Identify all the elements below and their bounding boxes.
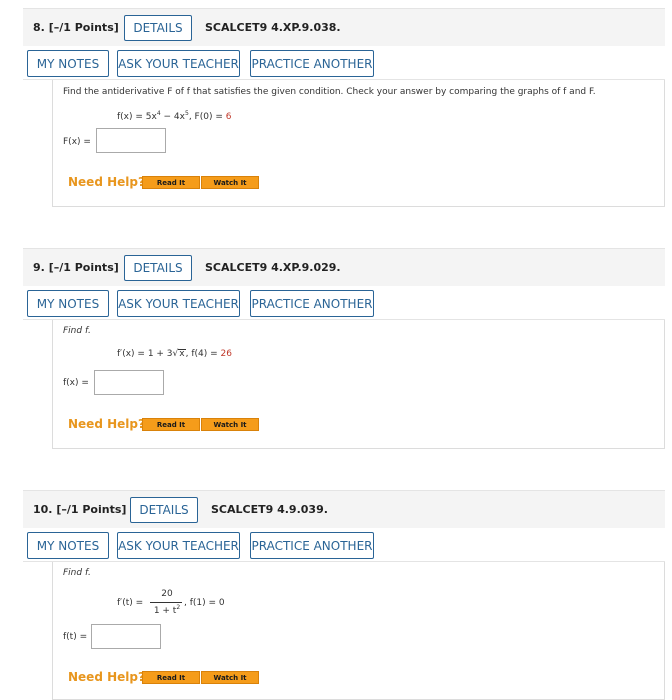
practice-another-button[interactable]: PRACTICE ANOTHER xyxy=(250,290,374,317)
question-9-points: 9. [–/1 Points] xyxy=(33,261,119,274)
need-help-label: Need Help? xyxy=(68,175,145,189)
fraction-denominator: 1 + t2 xyxy=(153,604,181,616)
question-9-header: 9. [–/1 Points] DETAILS SCALCET9 4.XP.9.… xyxy=(23,248,665,286)
details-button[interactable]: DETAILS xyxy=(130,497,198,523)
read-it-button[interactable]: Read It xyxy=(142,176,200,189)
question-8-header: 8. [–/1 Points] DETAILS SCALCET9 4.XP.9.… xyxy=(23,8,665,46)
ask-your-teacher-button[interactable]: ASK YOUR TEACHER xyxy=(117,532,240,559)
question-8-body: Find the antiderivative F of f that sati… xyxy=(52,80,665,207)
ask-your-teacher-button[interactable]: ASK YOUR TEACHER xyxy=(117,50,240,77)
question-8-equation: f(x) = 5x4 − 4x5, F(0) = 6 xyxy=(117,110,232,122)
question-10-code: SCALCET9 4.9.039. xyxy=(211,503,328,516)
my-notes-button[interactable]: MY NOTES xyxy=(27,290,109,317)
question-10-body: Find f. f′(t) = 20 1 + t2 , f(1) = 0 f(t… xyxy=(52,562,665,700)
read-it-button[interactable]: Read It xyxy=(142,671,200,684)
practice-another-button[interactable]: PRACTICE ANOTHER xyxy=(250,532,374,559)
my-notes-button[interactable]: MY NOTES xyxy=(27,50,109,77)
watch-it-button[interactable]: Watch It xyxy=(201,418,259,431)
answer-label: f(x) = xyxy=(63,378,89,388)
question-10-toolbar: MY NOTES ASK YOUR TEACHER PRACTICE ANOTH… xyxy=(23,528,665,562)
question-10-header: 10. [–/1 Points] DETAILS SCALCET9 4.9.03… xyxy=(23,490,665,528)
question-10-points: 10. [–/1 Points] xyxy=(33,503,127,516)
answer-input[interactable] xyxy=(91,624,161,649)
question-9-equation: f′(x) = 1 + 3√x, f(4) = 26 xyxy=(117,349,232,359)
question-9-body: Find f. f′(x) = 1 + 3√x, f(4) = 26 f(x) … xyxy=(52,320,665,449)
question-10-equation-lhs: f′(t) = xyxy=(117,598,144,608)
question-9-code: SCALCET9 4.XP.9.029. xyxy=(205,261,341,274)
practice-another-button[interactable]: PRACTICE ANOTHER xyxy=(250,50,374,77)
answer-label: F(x) = xyxy=(63,137,91,147)
answer-input[interactable] xyxy=(94,370,164,395)
fraction-numerator: 20 xyxy=(161,589,173,599)
question-8-instruction: Find the antiderivative F of f that sati… xyxy=(63,87,596,97)
fraction-bar xyxy=(150,602,182,603)
question-9-toolbar: MY NOTES ASK YOUR TEACHER PRACTICE ANOTH… xyxy=(23,286,665,320)
question-8-toolbar: MY NOTES ASK YOUR TEACHER PRACTICE ANOTH… xyxy=(23,46,665,80)
question-9-instruction: Find f. xyxy=(63,326,91,336)
question-8-points: 8. [–/1 Points] xyxy=(33,21,119,34)
answer-input[interactable] xyxy=(96,128,166,153)
need-help-label: Need Help? xyxy=(68,417,145,431)
need-help-label: Need Help? xyxy=(68,670,145,684)
question-10-condition: , f(1) = 0 xyxy=(184,598,225,608)
details-button[interactable]: DETAILS xyxy=(124,255,192,281)
my-notes-button[interactable]: MY NOTES xyxy=(27,532,109,559)
details-button[interactable]: DETAILS xyxy=(124,15,192,41)
ask-your-teacher-button[interactable]: ASK YOUR TEACHER xyxy=(117,290,240,317)
question-10-instruction: Find f. xyxy=(63,568,91,578)
answer-label: f(t) = xyxy=(63,632,88,642)
question-8-code: SCALCET9 4.XP.9.038. xyxy=(205,21,341,34)
watch-it-button[interactable]: Watch It xyxy=(201,671,259,684)
watch-it-button[interactable]: Watch It xyxy=(201,176,259,189)
read-it-button[interactable]: Read It xyxy=(142,418,200,431)
